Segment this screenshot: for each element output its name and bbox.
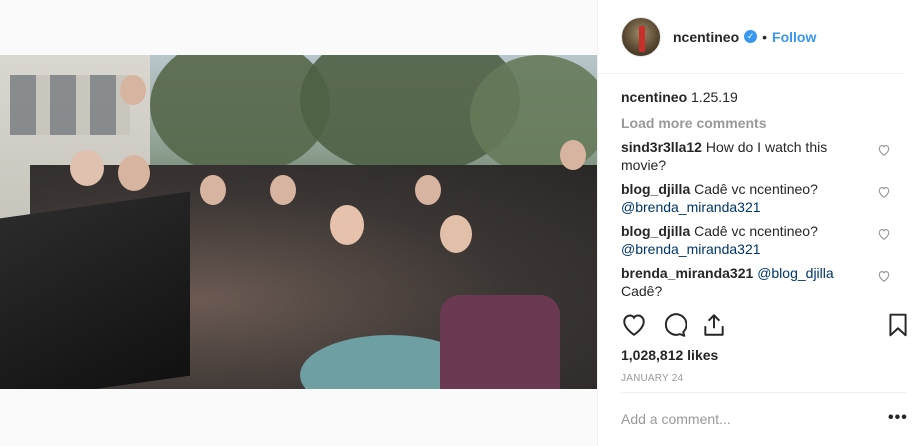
- photo-face: [415, 175, 441, 205]
- comment-mention[interactable]: @blog_djilla: [757, 265, 833, 281]
- photo-face: [270, 175, 296, 205]
- header-separator: •: [762, 28, 768, 45]
- photo-monitor: [0, 191, 190, 389]
- verified-badge-icon: ✓: [744, 30, 758, 43]
- comment-item: brenda_miranda321 @blog_djilla Cadê?: [621, 264, 891, 300]
- post-date: JANUARY 24: [621, 373, 684, 384]
- media-area: [0, 0, 597, 446]
- add-comment-input[interactable]: Add a comment...: [621, 411, 731, 427]
- photo-face: [70, 150, 104, 186]
- comment-item: blog_djilla Cadê vc ncentineo? @brenda_m…: [621, 180, 891, 216]
- comment-text: blog_djilla Cadê vc ncentineo? @brenda_m…: [621, 222, 851, 258]
- header-username[interactable]: ncentineo: [673, 29, 739, 45]
- comment-username[interactable]: blog_djilla: [621, 181, 690, 197]
- comment-item: sind3r3lla12 How do I watch this movie?: [621, 138, 891, 174]
- comment-item: blog_djilla Cadê vc ncentineo? @brenda_m…: [621, 222, 891, 258]
- comment-text: sind3r3lla12 How do I watch this movie?: [621, 138, 851, 174]
- comment-body: Cadê vc ncentineo?: [694, 223, 818, 239]
- comment-body: Cadê?: [621, 283, 663, 299]
- likes-count[interactable]: 1,028,812 likes: [621, 347, 718, 363]
- post-header: ncentineo ✓ • Follow: [598, 0, 905, 74]
- bookmark-icon[interactable]: [885, 312, 911, 338]
- photo-face: [560, 140, 586, 170]
- small-heart-icon[interactable]: [877, 185, 891, 199]
- small-heart-icon[interactable]: [877, 143, 891, 157]
- comment-mention[interactable]: @brenda_miranda321: [621, 241, 761, 257]
- photo-face: [330, 205, 364, 245]
- caption-username[interactable]: ncentineo: [621, 89, 687, 105]
- photo-face: [120, 75, 146, 105]
- post-photo[interactable]: [0, 55, 597, 389]
- post-actions: [621, 312, 911, 338]
- photo-face: [440, 215, 472, 253]
- share-icon[interactable]: [701, 312, 727, 338]
- follow-button[interactable]: Follow: [772, 29, 816, 45]
- comment-text: blog_djilla Cadê vc ncentineo? @brenda_m…: [621, 180, 851, 216]
- divider: [621, 392, 906, 393]
- photo-face: [200, 175, 226, 205]
- small-heart-icon[interactable]: [877, 227, 891, 241]
- caption-text: 1.25.19: [691, 89, 738, 105]
- photo-shirt: [440, 295, 560, 389]
- more-options-icon[interactable]: •••: [888, 409, 908, 427]
- comment-username[interactable]: sind3r3lla12: [621, 139, 702, 155]
- comment-mention[interactable]: @brenda_miranda321: [621, 199, 761, 215]
- comments-list: ncentineo 1.25.19 Load more comments sin…: [598, 74, 915, 304]
- comment-username[interactable]: blog_djilla: [621, 223, 690, 239]
- comment-text: brenda_miranda321 @blog_djilla Cadê?: [621, 264, 851, 300]
- load-more-comments-button[interactable]: Load more comments: [621, 114, 891, 132]
- heart-icon[interactable]: [621, 312, 647, 338]
- photo-face: [118, 155, 150, 191]
- comment-icon[interactable]: [661, 312, 687, 338]
- small-heart-icon[interactable]: [877, 269, 891, 283]
- post-caption: ncentineo 1.25.19: [621, 88, 891, 106]
- avatar[interactable]: [621, 16, 661, 57]
- post-sidebar: ncentineo ✓ • Follow ncentineo 1.25.19 L…: [597, 0, 915, 446]
- comment-username[interactable]: brenda_miranda321: [621, 265, 753, 281]
- comment-body: Cadê vc ncentineo?: [694, 181, 818, 197]
